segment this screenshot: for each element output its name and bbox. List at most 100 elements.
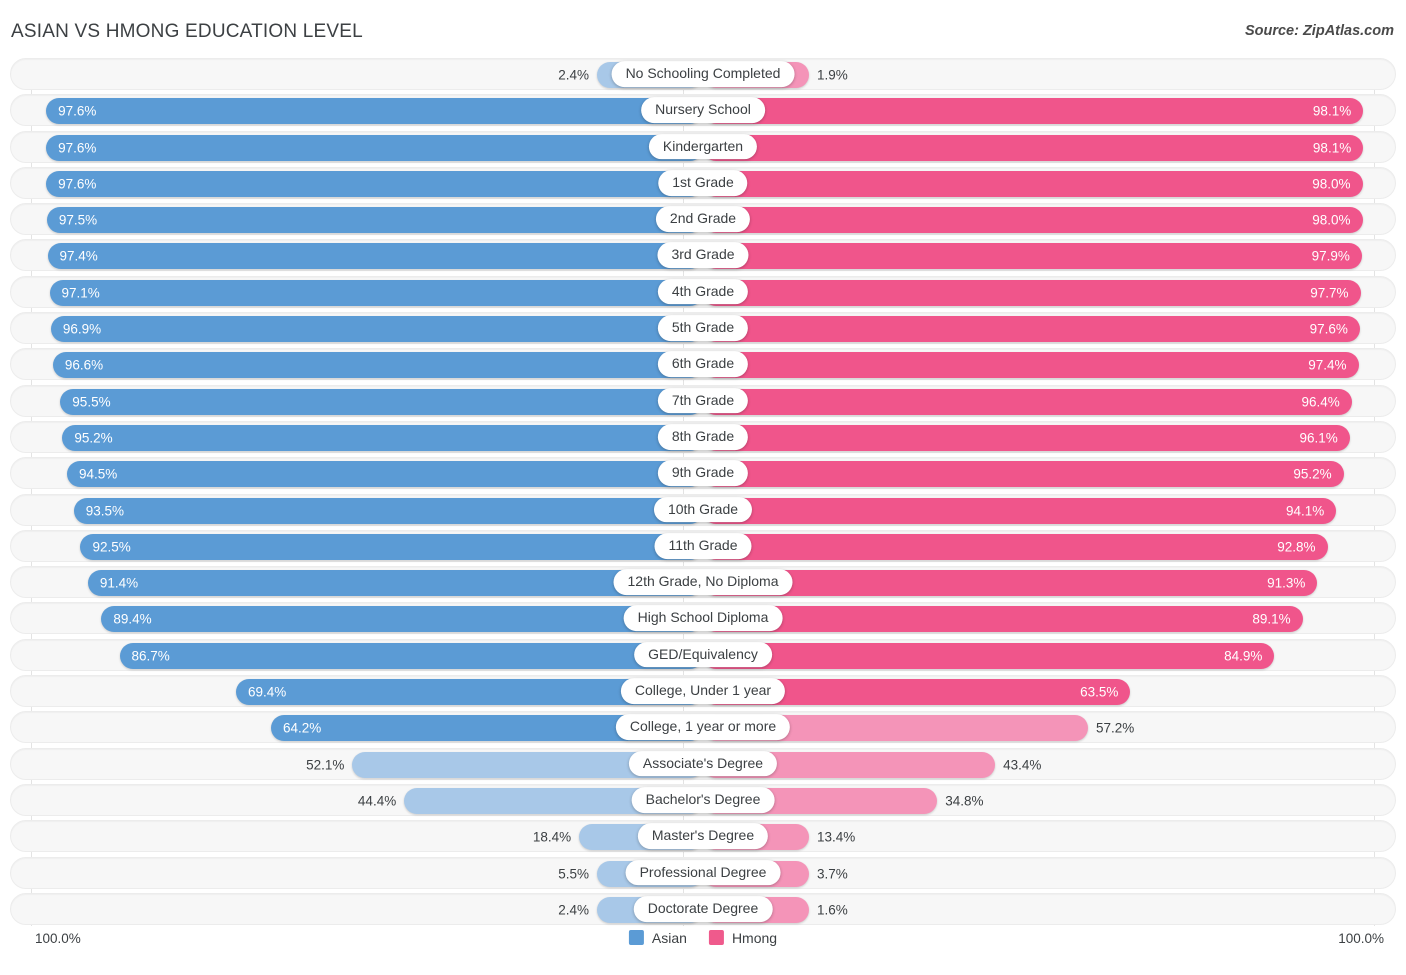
- table-row[interactable]: 97.5% 98.0% 2nd Grade: [10, 203, 1396, 236]
- table-row[interactable]: 91.4% 91.3% 12th Grade, No Diploma: [10, 566, 1396, 599]
- bar-hmong[interactable]: 89.1%: [703, 606, 1303, 633]
- category-label: Doctorate Degree: [633, 895, 773, 922]
- bar-value-label: 43.4%: [1003, 756, 1042, 772]
- bar-asian[interactable]: 97.6%: [46, 98, 703, 125]
- bar-hmong[interactable]: 97.7%: [703, 279, 1361, 306]
- bar-value-label: 89.1%: [1252, 611, 1291, 627]
- legend-item[interactable]: Hmong: [708, 930, 777, 945]
- category-label: 2nd Grade: [655, 206, 751, 233]
- bar-value-label: 2.4%: [558, 67, 589, 83]
- category-label: 8th Grade: [657, 424, 749, 450]
- bar-asian[interactable]: 95.5%: [60, 388, 703, 415]
- chart-header: ASIAN VS HMONG EDUCATION LEVEL Source: Z…: [0, 0, 1406, 58]
- table-row[interactable]: 95.2% 96.1% 8th Grade: [10, 420, 1396, 453]
- bar-hmong[interactable]: 98.1%: [703, 134, 1364, 161]
- category-label: High School Diploma: [623, 605, 783, 632]
- table-row[interactable]: 52.1% 43.4% Associate's Degree: [10, 747, 1396, 780]
- bar-hmong[interactable]: 98.0%: [703, 170, 1363, 197]
- bar-hmong[interactable]: 97.4%: [703, 352, 1359, 379]
- table-row[interactable]: 93.5% 94.1% 10th Grade: [10, 493, 1396, 526]
- bar-value-label: 64.2%: [282, 720, 322, 736]
- table-row[interactable]: 44.4% 34.8% Bachelor's Degree: [10, 783, 1396, 816]
- category-label: 7th Grade: [657, 387, 749, 414]
- bar-half-right: 97.4%: [703, 352, 1376, 379]
- table-row[interactable]: 97.6% 98.0% 1st Grade: [10, 166, 1396, 199]
- bar-hmong[interactable]: 96.1%: [703, 424, 1350, 451]
- bar-value-label: 91.3%: [1267, 575, 1306, 591]
- bar-value-label: 97.4%: [59, 248, 98, 264]
- bar-hmong[interactable]: 84.9%: [703, 642, 1275, 669]
- table-row[interactable]: 97.4% 97.9% 3rd Grade: [10, 239, 1396, 272]
- bar-asian[interactable]: 93.5%: [73, 497, 703, 524]
- bar-asian[interactable]: 97.5%: [46, 207, 703, 234]
- bar-half-right: 92.8%: [703, 533, 1376, 560]
- bar-hmong[interactable]: 97.9%: [703, 243, 1362, 270]
- legend-swatch-icon: [628, 930, 644, 945]
- bar-hmong[interactable]: 97.6%: [703, 316, 1360, 343]
- bar-value-label: 3.7%: [817, 865, 848, 881]
- bar-half-right: 98.0%: [703, 170, 1376, 197]
- table-row[interactable]: 64.2% 57.2% College, 1 year or more: [10, 711, 1396, 744]
- bar-half-left: 44.4%: [30, 787, 703, 814]
- category-label: 1st Grade: [658, 170, 748, 196]
- table-row[interactable]: 5.5% 3.7% Professional Degree: [10, 856, 1396, 889]
- bar-half-right: 91.3%: [703, 570, 1376, 597]
- legend-item[interactable]: Asian: [628, 930, 687, 945]
- table-row[interactable]: 18.4% 13.4% Master's Degree: [10, 820, 1396, 853]
- bar-hmong[interactable]: 98.1%: [703, 98, 1364, 125]
- bar-asian[interactable]: 97.6%: [46, 170, 703, 197]
- category-label: 12th Grade, No Diploma: [613, 569, 793, 595]
- bar-hmong[interactable]: 96.4%: [703, 388, 1352, 415]
- bar-value-label: 63.5%: [1080, 684, 1119, 700]
- table-row[interactable]: 94.5% 95.2% 9th Grade: [10, 457, 1396, 490]
- bar-hmong[interactable]: 94.1%: [703, 497, 1337, 524]
- table-row[interactable]: 2.4% 1.6% Doctorate Degree: [10, 892, 1396, 925]
- category-label: College, 1 year or more: [615, 714, 791, 741]
- table-row[interactable]: 89.4% 89.1% High School Diploma: [10, 602, 1396, 635]
- table-row[interactable]: 92.5% 92.8% 11th Grade: [10, 529, 1396, 562]
- bar-hmong[interactable]: 98.0%: [703, 207, 1363, 234]
- bar-value-label: 92.8%: [1277, 539, 1316, 555]
- table-row[interactable]: 69.4% 63.5% College, Under 1 year: [10, 675, 1396, 708]
- bar-half-right: 43.4%: [703, 751, 1376, 778]
- bar-value-label: 96.9%: [62, 321, 102, 337]
- table-row[interactable]: 97.6% 98.1% Nursery School: [10, 94, 1396, 127]
- bar-asian[interactable]: 96.6%: [52, 352, 703, 379]
- table-row[interactable]: 96.6% 97.4% 6th Grade: [10, 348, 1396, 381]
- table-row[interactable]: 2.4% 1.9% No Schooling Completed: [10, 58, 1396, 90]
- bar-half-left: 96.9%: [30, 316, 703, 343]
- chart-plot-area: 2.4% 1.9% No Schooling Completed 97.6% 98.1%…: [10, 58, 1396, 926]
- bar-row-list: 2.4% 1.9% No Schooling Completed 97.6% 98.1%…: [10, 58, 1396, 925]
- table-row[interactable]: 96.9% 97.6% 5th Grade: [10, 312, 1396, 345]
- bar-asian[interactable]: 89.4%: [101, 606, 703, 633]
- bar-value-label: 92.5%: [92, 539, 131, 555]
- table-row[interactable]: 86.7% 84.9% GED/Equivalency: [10, 638, 1396, 671]
- category-label: Nursery School: [641, 97, 765, 124]
- bar-asian[interactable]: 96.9%: [50, 316, 703, 343]
- bar-asian[interactable]: 97.4%: [47, 243, 703, 270]
- page-title: ASIAN VS HMONG EDUCATION LEVEL: [11, 21, 363, 42]
- category-label: 10th Grade: [653, 496, 753, 523]
- bar-value-label: 97.4%: [1308, 357, 1347, 373]
- table-row[interactable]: 97.1% 97.7% 4th Grade: [10, 275, 1396, 308]
- bar-half-right: 95.2%: [703, 461, 1376, 488]
- bar-asian[interactable]: 97.1%: [49, 279, 703, 306]
- bar-value-label: 91.4%: [99, 575, 139, 591]
- bar-asian[interactable]: 97.6%: [46, 134, 703, 161]
- bar-hmong[interactable]: 95.2%: [703, 461, 1344, 488]
- category-label: 11th Grade: [654, 533, 752, 559]
- bar-hmong[interactable]: 92.8%: [703, 533, 1328, 560]
- bar-asian[interactable]: 91.4%: [87, 570, 703, 597]
- bar-half-right: 13.4%: [703, 824, 1376, 851]
- table-row[interactable]: 95.5% 96.4% 7th Grade: [10, 384, 1396, 417]
- table-row[interactable]: 97.6% 98.1% Kindergarten: [10, 130, 1396, 163]
- bar-asian[interactable]: 94.5%: [67, 461, 703, 488]
- bar-hmong[interactable]: 91.3%: [703, 570, 1318, 597]
- bar-asian[interactable]: 86.7%: [119, 642, 703, 669]
- category-label: 5th Grade: [657, 315, 749, 341]
- bar-asian[interactable]: 95.2%: [62, 424, 703, 451]
- bar-asian[interactable]: 92.5%: [80, 533, 703, 560]
- bar-half-left: 97.4%: [30, 243, 703, 270]
- source-attribution: Source: ZipAtlas.com: [1244, 23, 1394, 39]
- bar-half-left: 95.2%: [30, 424, 703, 451]
